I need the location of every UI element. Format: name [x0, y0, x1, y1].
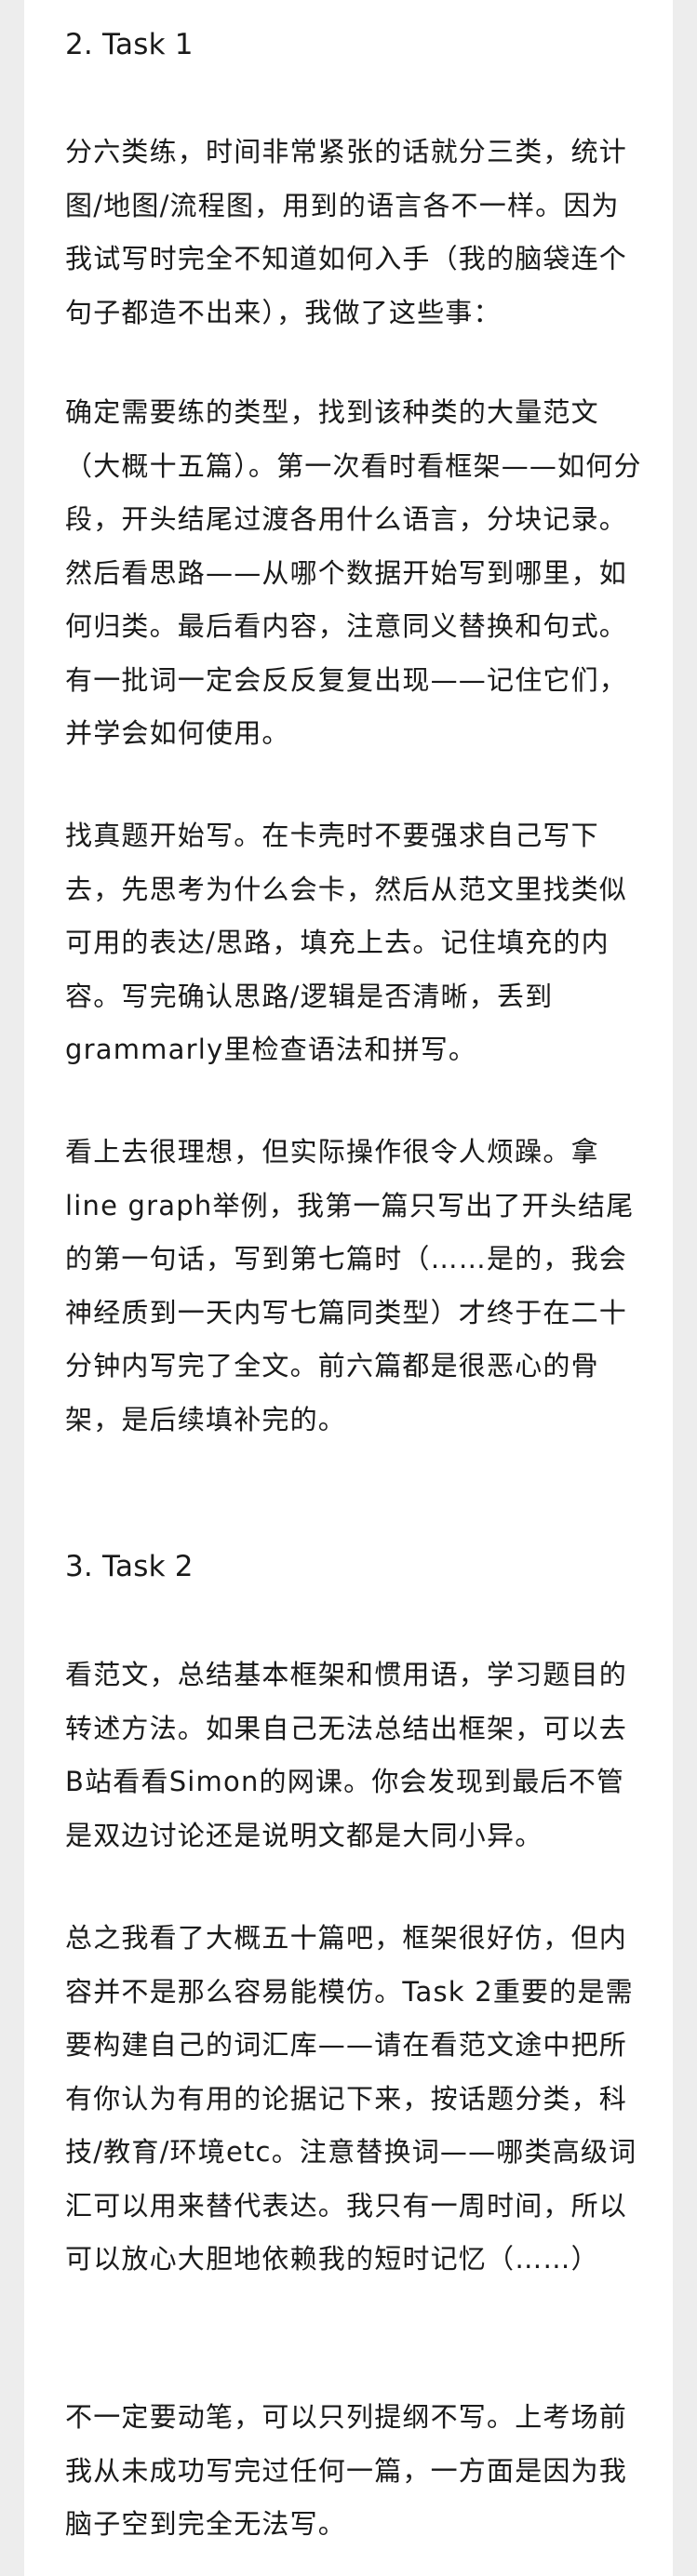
paragraph: 不一定要动笔，可以只列提纲不写。上考场前我从未成功写完过任何一篇，一方面是因为我… — [65, 2401, 628, 2540]
section-heading-task-2: 3. Task 2 — [65, 1550, 194, 1583]
article-card: 2. Task 1 分六类练，时间非常紧张的话就分三类，统计图/地图/流程图，用… — [24, 0, 673, 2576]
paragraph: 分六类练，时间非常紧张的话就分三类，统计图/地图/流程图，用到的语言各不一样。因… — [65, 136, 628, 328]
paragraph: 总之我看了大概五十篇吧，框架很好仿，但内容并不是那么容易能模仿。Task 2重要… — [65, 1922, 637, 2275]
paragraph: 找真题开始写。在卡壳时不要强求自己写下去，先思考为什么会卡，然后从范文里找类似可… — [65, 820, 628, 1065]
paragraph: 看上去很理想，但实际操作很令人烦躁。拿line graph举例，我第一篇只写出了… — [65, 1136, 635, 1435]
section-heading-task-1: 2. Task 1 — [65, 28, 194, 61]
paragraph: 看范文，总结基本框架和惯用语，学习题目的转述方法。如果自己无法总结出框架，可以去… — [65, 1659, 628, 1851]
paragraph: 确定需要练的类型，找到该种类的大量范文（大概十五篇）。第一次看时看框架——如何分… — [65, 396, 642, 749]
